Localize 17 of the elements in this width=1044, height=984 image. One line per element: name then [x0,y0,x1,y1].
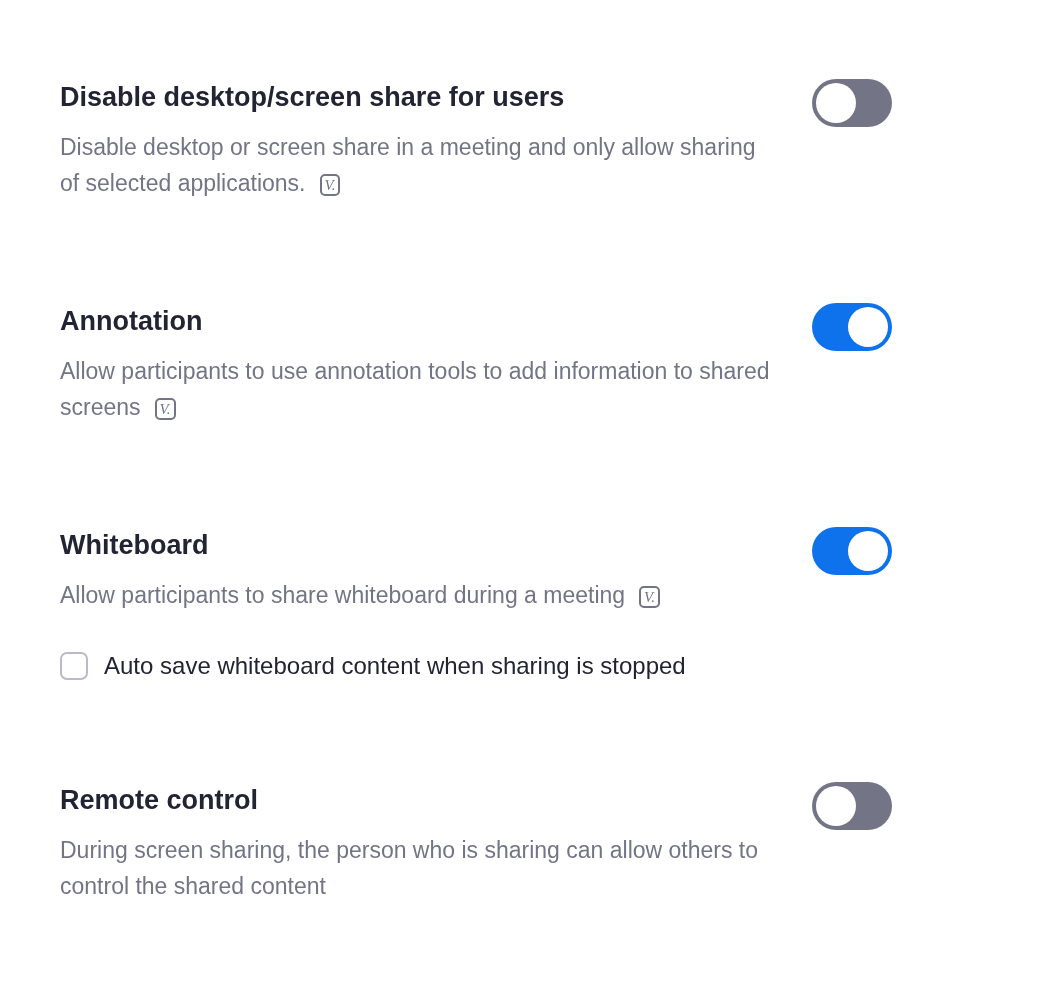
setting-title: Whiteboard [60,529,210,562]
setting-description: Allow participants to use annotation tools to add information to shared screens V. [60,357,771,422]
setting-title: Annotation [60,305,204,338]
toggle-switch[interactable] [812,79,892,127]
toggle-switch[interactable] [812,303,892,351]
version-badge: V. [319,173,341,196]
setting-title: Remote control [60,784,260,817]
version-badge: V. [639,585,661,608]
checkbox[interactable] [60,652,88,680]
setting-description: Disable desktop or screen share in a meeting and only allow sharing of selected applications. V. [60,133,757,198]
setting-description: Allow participants to share whiteboard during a meeting V. [60,577,780,613]
checkbox-label: Auto save whiteboard content when sharing is stopped [104,652,686,680]
setting-description: During screen sharing, the person who is sharing can allow others to control the shared content [60,836,760,901]
toggle-switch[interactable] [812,782,892,830]
version-badge: V. [154,397,176,420]
toggle-switch[interactable] [812,527,892,575]
setting-title: Disable desktop/screen share for users [60,81,566,114]
